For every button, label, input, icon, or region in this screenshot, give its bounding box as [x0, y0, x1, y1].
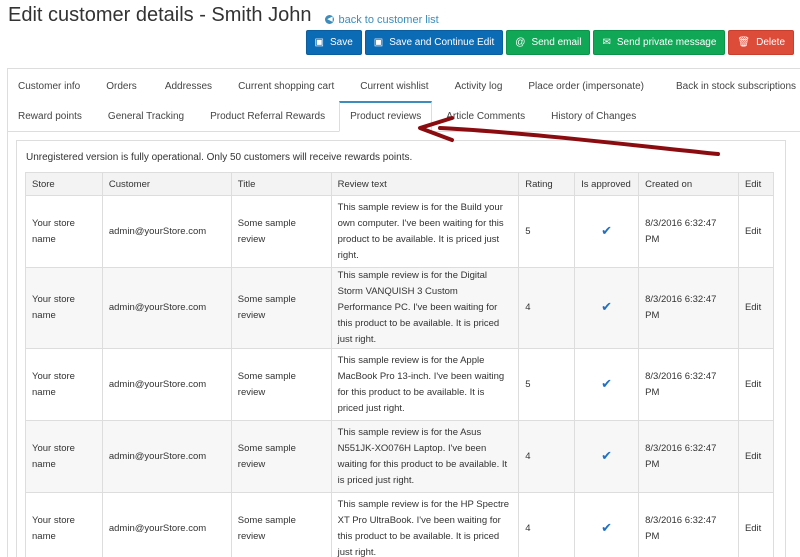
cell-created-on: 8/3/2016 6:32:47 PM — [638, 267, 739, 349]
reviews-table: Store Customer Title Review text Rating … — [25, 172, 775, 557]
edit-link[interactable]: Edit — [737, 348, 775, 421]
send-private-message-button[interactable]: ✉ Send private message — [593, 30, 726, 55]
tab-customer-info[interactable]: Customer info — [8, 71, 90, 102]
tab-reward-points[interactable]: Reward points — [8, 101, 92, 132]
page-header: Edit customer details - Smith John ◀ bac… — [8, 4, 439, 30]
unregistered-notice: Unregistered version is fully operationa… — [26, 152, 413, 163]
tab-history-of-changes[interactable]: History of Changes — [539, 101, 646, 132]
checkmark-icon: ✔ — [601, 447, 613, 463]
table-row: Your store name admin@yourStore.com Some… — [25, 420, 775, 493]
tab-article-comments[interactable]: Article Comments — [432, 101, 539, 132]
floppy-icon: ▣ — [373, 37, 384, 48]
cell-created-on: 8/3/2016 6:32:47 PM — [638, 492, 739, 557]
cell-title: Some sample review — [230, 348, 332, 421]
trash-icon: 🗑 — [737, 37, 751, 48]
cell-review-text: This sample review is for the Apple MacB… — [330, 348, 520, 421]
cell-created-on: 8/3/2016 6:32:47 PM — [638, 195, 739, 268]
send-email-button-label: Send email — [531, 37, 582, 48]
table-header-row: Store Customer Title Review text Rating … — [25, 172, 775, 196]
column-header-created-on[interactable]: Created on — [638, 172, 739, 196]
cell-store: Your store name — [25, 420, 103, 493]
page-title: Edit customer details - Smith John — [8, 4, 312, 26]
table-row: Your store name admin@yourStore.com Some… — [25, 195, 775, 268]
cell-title: Some sample review — [230, 492, 332, 557]
column-header-store[interactable]: Store — [25, 172, 103, 196]
action-toolbar: ▣ Save ▣ Save and Continue Edit @ Send e… — [305, 30, 794, 55]
delete-button[interactable]: 🗑 Delete — [728, 30, 794, 55]
tab-general-tracking[interactable]: General Tracking — [92, 101, 198, 132]
cell-customer-link[interactable]: admin@yourStore.com — [101, 267, 232, 349]
cell-store: Your store name — [25, 348, 103, 421]
tab-activity-log[interactable]: Activity log — [443, 71, 517, 102]
checkmark-icon: ✔ — [601, 222, 613, 238]
tab-place-order[interactable]: Place order (impersonate) — [516, 71, 662, 102]
back-to-list-link[interactable]: ◀ back to customer list — [325, 13, 439, 26]
floppy-icon: ▣ — [314, 37, 324, 48]
edit-link[interactable]: Edit — [737, 492, 775, 557]
cell-customer-link[interactable]: admin@yourStore.com — [101, 420, 232, 493]
cell-is-approved: ✔ — [574, 267, 640, 349]
tab-current-wishlist[interactable]: Current wishlist — [348, 71, 442, 102]
tab-row-1: Customer info Orders Addresses Current s… — [8, 71, 800, 102]
save-button-label: Save — [329, 37, 353, 48]
cell-review-text: This sample review is for the Digital St… — [330, 267, 520, 349]
tab-current-shopping-cart[interactable]: Current shopping cart — [226, 71, 348, 102]
tab-orders[interactable]: Orders — [90, 71, 151, 102]
table-row: Your store name admin@yourStore.com Some… — [25, 492, 775, 557]
envelope-icon: ✉ — [602, 37, 611, 48]
checkmark-icon: ✔ — [601, 299, 613, 314]
send-email-button[interactable]: @ Send email — [506, 30, 591, 55]
cell-rating: 4 — [518, 492, 576, 557]
save-button[interactable]: ▣ Save — [305, 30, 362, 55]
edit-link[interactable]: Edit — [737, 267, 775, 349]
back-link-label: back to customer list — [338, 13, 439, 26]
tab-addresses[interactable]: Addresses — [151, 71, 226, 102]
cell-is-approved: ✔ — [574, 348, 640, 421]
cell-created-on: 8/3/2016 6:32:47 PM — [638, 420, 739, 493]
column-header-is-approved[interactable]: Is approved — [574, 172, 640, 196]
cell-store: Your store name — [25, 195, 103, 268]
cell-review-text: This sample review is for the Asus N551J… — [330, 420, 520, 493]
column-header-review-text[interactable]: Review text — [330, 172, 520, 196]
column-header-customer[interactable]: Customer — [101, 172, 232, 196]
cell-is-approved: ✔ — [574, 195, 640, 268]
cell-store: Your store name — [25, 267, 103, 349]
tab-back-in-stock[interactable]: Back in stock subscriptions — [662, 71, 800, 102]
column-header-rating[interactable]: Rating — [518, 172, 576, 196]
cell-rating: 5 — [518, 195, 576, 268]
cell-customer-link[interactable]: admin@yourStore.com — [101, 195, 232, 268]
tab-product-reviews[interactable]: Product reviews — [339, 101, 433, 132]
cell-rating: 4 — [518, 420, 576, 493]
column-header-edit: Edit — [737, 172, 775, 196]
cell-title: Some sample review — [230, 195, 332, 268]
checkmark-icon: ✔ — [601, 375, 613, 391]
cell-rating: 5 — [518, 348, 576, 421]
arrow-left-circle-icon: ◀ — [325, 15, 335, 24]
column-header-title[interactable]: Title — [230, 172, 332, 196]
save-continue-button[interactable]: ▣ Save and Continue Edit — [364, 30, 504, 55]
cell-customer-link[interactable]: admin@yourStore.com — [101, 348, 232, 421]
cell-title: Some sample review — [230, 420, 332, 493]
edit-link[interactable]: Edit — [737, 195, 775, 268]
tab-row-2: Reward points General Tracking Product R… — [8, 101, 800, 132]
at-icon: @ — [515, 37, 526, 48]
send-private-message-button-label: Send private message — [616, 37, 717, 48]
cell-review-text: This sample review is for the Build your… — [330, 195, 520, 268]
cell-is-approved: ✔ — [574, 420, 640, 493]
checkmark-icon: ✔ — [601, 519, 613, 535]
cell-created-on: 8/3/2016 6:32:47 PM — [638, 348, 739, 421]
cell-title: Some sample review — [230, 267, 332, 349]
cell-customer-link[interactable]: admin@yourStore.com — [101, 492, 232, 557]
save-continue-button-label: Save and Continue Edit — [389, 37, 495, 48]
cell-is-approved: ✔ — [574, 492, 640, 557]
cell-review-text: This sample review is for the HP Spectre… — [330, 492, 520, 557]
tab-product-referral-rewards[interactable]: Product Referral Rewards — [198, 101, 339, 132]
delete-button-label: Delete — [756, 37, 785, 48]
table-row: Your store name admin@yourStore.com Some… — [25, 348, 775, 421]
cell-store: Your store name — [25, 492, 103, 557]
edit-link[interactable]: Edit — [737, 420, 775, 493]
cell-rating: 4 — [518, 267, 576, 349]
table-row: Your store name admin@yourStore.com Some… — [25, 267, 775, 349]
